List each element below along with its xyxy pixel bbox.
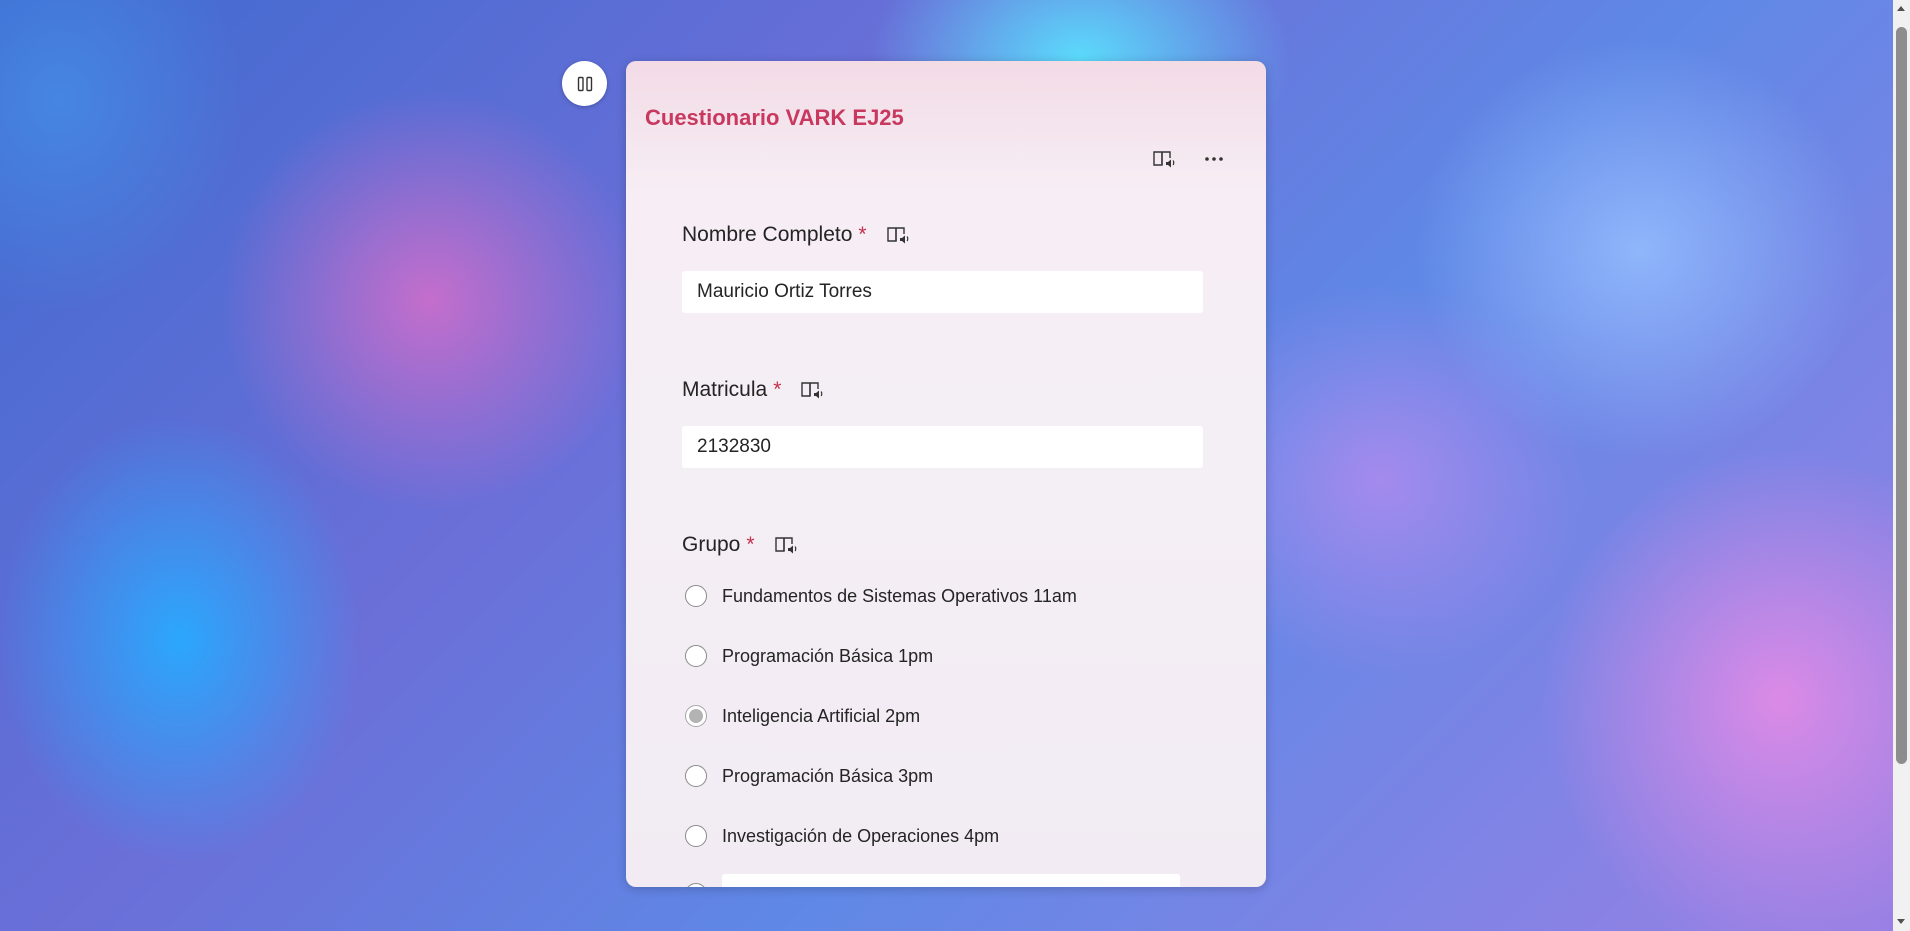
immersive-reader-icon bbox=[774, 537, 796, 554]
radio-button-other[interactable] bbox=[685, 883, 707, 887]
required-marker: * bbox=[773, 378, 782, 401]
option-label: Fundamentos de Sistemas Operativos 11am bbox=[722, 585, 1077, 606]
grupo-option[interactable]: Fundamentos de Sistemas Operativos 11am bbox=[682, 581, 1077, 611]
immersive-reader-button[interactable] bbox=[1150, 145, 1178, 173]
more-options-icon bbox=[1205, 157, 1223, 161]
pause-icon bbox=[577, 76, 592, 91]
vertical-scrollbar[interactable] bbox=[1893, 0, 1910, 931]
option-label: Investigación de Operaciones 4pm bbox=[722, 825, 1000, 846]
grupo-option[interactable]: Investigación de Operaciones 4pm bbox=[682, 821, 999, 851]
option-label: Inteligencia Artificial 2pm bbox=[722, 705, 921, 726]
question-immersive-reader-button[interactable] bbox=[773, 532, 799, 558]
form-card: Cuestionario VARK EJ25 Nombre Completo * bbox=[626, 61, 1266, 887]
question-title: Nombre Completo bbox=[682, 223, 853, 246]
grupo-option[interactable]: Programación Básica 3pm bbox=[682, 761, 933, 791]
immersive-reader-icon bbox=[801, 382, 823, 399]
scroll-down-arrow-icon[interactable] bbox=[1897, 919, 1905, 924]
grupo-option[interactable]: Programación Básica 1pm bbox=[682, 641, 933, 671]
grupo-option[interactable]: Inteligencia Artificial 2pm bbox=[682, 701, 920, 731]
form-title: Cuestionario VARK EJ25 bbox=[645, 105, 904, 130]
radio-button[interactable] bbox=[685, 825, 707, 847]
radio-button[interactable] bbox=[685, 585, 707, 607]
option-label: Programación Básica 1pm bbox=[722, 645, 934, 666]
question-title: Matricula bbox=[682, 378, 768, 401]
matricula-input[interactable] bbox=[682, 426, 1203, 468]
radio-button[interactable] bbox=[685, 645, 707, 667]
question-nombre-completo: Nombre Completo * bbox=[682, 222, 911, 248]
question-immersive-reader-button[interactable] bbox=[799, 377, 825, 403]
more-options-button[interactable] bbox=[1200, 145, 1228, 173]
immersive-reader-icon bbox=[886, 227, 908, 244]
scrollbar-thumb[interactable] bbox=[1896, 27, 1907, 764]
pause-background-button[interactable] bbox=[562, 61, 607, 106]
question-grupo: Grupo * bbox=[682, 532, 799, 558]
other-option-input[interactable] bbox=[722, 874, 1180, 887]
required-marker: * bbox=[746, 533, 755, 556]
immersive-reader-icon bbox=[1153, 151, 1175, 168]
question-title: Grupo bbox=[682, 533, 741, 556]
nombre-completo-input[interactable] bbox=[682, 271, 1203, 313]
radio-button[interactable] bbox=[685, 705, 707, 727]
option-label: Programación Básica 3pm bbox=[722, 765, 934, 786]
radio-button[interactable] bbox=[685, 765, 707, 787]
required-marker: * bbox=[858, 223, 867, 246]
question-matricula: Matricula * bbox=[682, 377, 825, 403]
question-immersive-reader-button[interactable] bbox=[885, 222, 911, 248]
scroll-up-arrow-icon[interactable] bbox=[1897, 6, 1905, 11]
